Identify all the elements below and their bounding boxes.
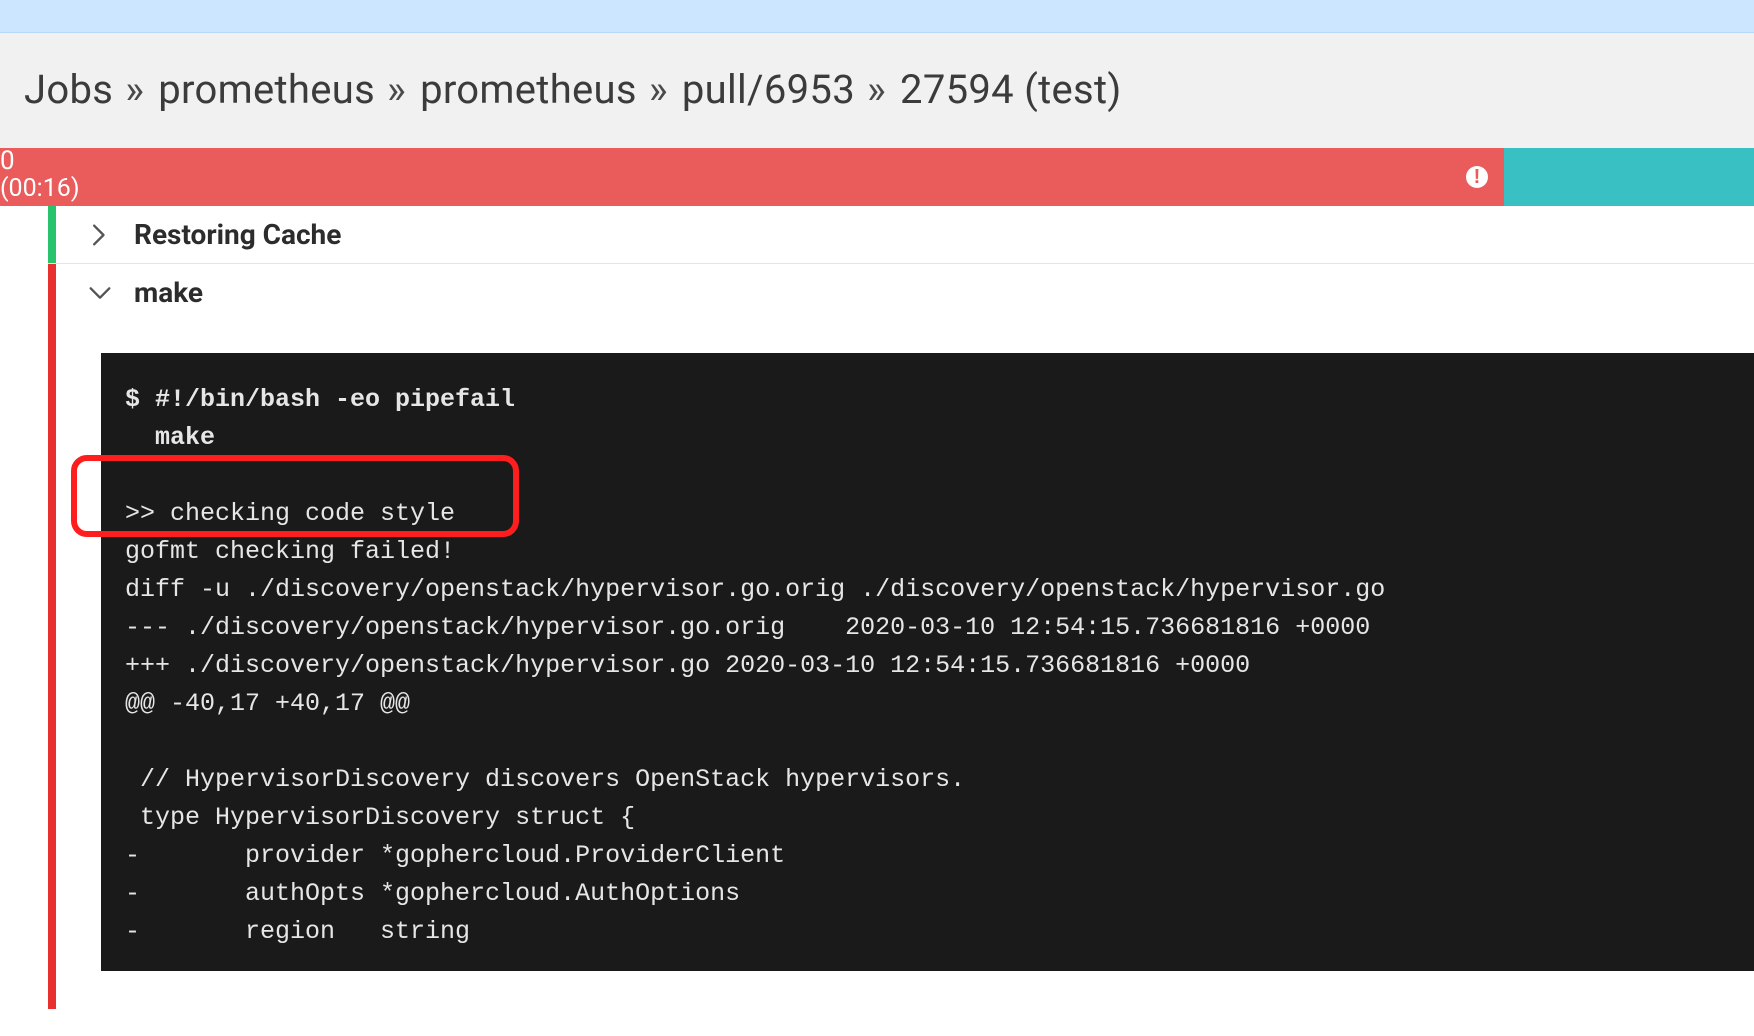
breadcrumb-jobs[interactable]: Jobs [24,66,113,113]
breadcrumb-separator: » [125,66,144,113]
console-output[interactable]: $ #!/bin/bash -eo pipefail make >> check… [101,353,1754,971]
status-stripe-success [48,206,56,263]
breadcrumb: Jobs » prometheus » prometheus » pull/69… [24,66,1736,113]
breadcrumb-org[interactable]: prometheus [158,66,375,113]
console-line: --- ./discovery/openstack/hypervisor.go.… [125,613,1370,642]
console-line: - provider *gophercloud.ProviderClient [125,841,785,870]
build-timeline: 0 (00:16) ! [0,148,1754,206]
alert-icon: ! [1466,166,1488,188]
step-restoring-cache[interactable]: Restoring Cache [48,206,1754,264]
console-line: type HypervisorDiscovery struct { [125,803,635,832]
breadcrumb-separator: » [649,66,668,113]
console-output-container: $ #!/bin/bash -eo pipefail make >> check… [101,353,1754,971]
console-line: >> checking code style [125,499,455,528]
steps-list: Restoring Cache make $ #!/bin/bash -eo p… [48,206,1754,971]
breadcrumb-separator: » [387,66,406,113]
console-line: // HypervisorDiscovery discovers OpenSta… [125,765,965,794]
status-stripe-failed [48,264,56,1009]
console-line: @@ -40,17 +40,17 @@ [125,689,410,718]
breadcrumb-bar: Jobs » prometheus » prometheus » pull/69… [0,33,1754,148]
console-line: make [125,423,215,452]
timeline-step-duration: (00:16) [0,174,80,204]
console-line: - authOpts *gophercloud.AuthOptions [125,879,740,908]
step-title: make [134,276,203,309]
top-banner [0,0,1754,33]
timeline-step-index: 0 [0,146,15,177]
step-title: Restoring Cache [134,218,341,251]
console-line: diff -u ./discovery/openstack/hypervisor… [125,575,1385,604]
console-line: - region string [125,917,470,946]
console-line: gofmt checking failed! [125,537,455,566]
chevron-down-icon [86,279,114,307]
breadcrumb-build: 27594 (test) [900,66,1122,113]
timeline-segment-failed[interactable]: 0 (00:16) ! [0,148,1504,206]
console-line: $ #!/bin/bash -eo pipefail [125,385,515,414]
console-line: +++ ./discovery/openstack/hypervisor.go … [125,651,1250,680]
breadcrumb-separator: » [867,66,886,113]
timeline-segment-running[interactable] [1504,148,1754,206]
chevron-right-icon [86,221,114,249]
step-make[interactable]: make [48,264,1754,309]
breadcrumb-pull[interactable]: pull/6953 [682,66,855,113]
breadcrumb-repo[interactable]: prometheus [420,66,637,113]
